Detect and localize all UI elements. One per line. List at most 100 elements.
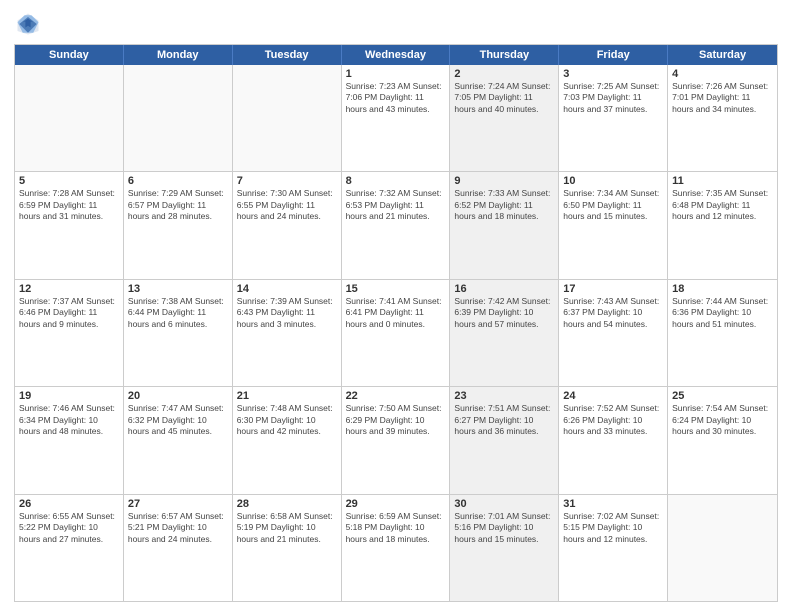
cal-week: 19Sunrise: 7:46 AM Sunset: 6:34 PM Dayli… (15, 387, 777, 494)
day-info: Sunrise: 7:25 AM Sunset: 7:03 PM Dayligh… (563, 81, 663, 115)
day-number: 12 (19, 283, 119, 295)
day-number: 11 (672, 175, 773, 187)
day-info: Sunrise: 7:23 AM Sunset: 7:06 PM Dayligh… (346, 81, 446, 115)
cal-cell: 28Sunrise: 6:58 AM Sunset: 5:19 PM Dayli… (233, 495, 342, 601)
cal-week: 1Sunrise: 7:23 AM Sunset: 7:06 PM Daylig… (15, 65, 777, 172)
day-info: Sunrise: 7:33 AM Sunset: 6:52 PM Dayligh… (454, 188, 554, 222)
cal-cell: 6Sunrise: 7:29 AM Sunset: 6:57 PM Daylig… (124, 172, 233, 278)
cal-header-cell: Saturday (668, 45, 777, 65)
cal-cell: 21Sunrise: 7:48 AM Sunset: 6:30 PM Dayli… (233, 387, 342, 493)
cal-cell (124, 65, 233, 171)
cal-cell: 24Sunrise: 7:52 AM Sunset: 6:26 PM Dayli… (559, 387, 668, 493)
day-info: Sunrise: 7:41 AM Sunset: 6:41 PM Dayligh… (346, 296, 446, 330)
cal-cell (15, 65, 124, 171)
cal-cell: 19Sunrise: 7:46 AM Sunset: 6:34 PM Dayli… (15, 387, 124, 493)
day-info: Sunrise: 7:46 AM Sunset: 6:34 PM Dayligh… (19, 403, 119, 437)
day-number: 23 (454, 390, 554, 402)
day-number: 20 (128, 390, 228, 402)
page: SundayMondayTuesdayWednesdayThursdayFrid… (0, 0, 792, 612)
cal-header-cell: Monday (124, 45, 233, 65)
day-number: 18 (672, 283, 773, 295)
day-info: Sunrise: 7:32 AM Sunset: 6:53 PM Dayligh… (346, 188, 446, 222)
cal-cell: 10Sunrise: 7:34 AM Sunset: 6:50 PM Dayli… (559, 172, 668, 278)
day-number: 2 (454, 68, 554, 80)
cal-cell: 1Sunrise: 7:23 AM Sunset: 7:06 PM Daylig… (342, 65, 451, 171)
cal-cell: 27Sunrise: 6:57 AM Sunset: 5:21 PM Dayli… (124, 495, 233, 601)
cal-cell: 26Sunrise: 6:55 AM Sunset: 5:22 PM Dayli… (15, 495, 124, 601)
cal-cell: 9Sunrise: 7:33 AM Sunset: 6:52 PM Daylig… (450, 172, 559, 278)
cal-cell: 11Sunrise: 7:35 AM Sunset: 6:48 PM Dayli… (668, 172, 777, 278)
day-info: Sunrise: 7:38 AM Sunset: 6:44 PM Dayligh… (128, 296, 228, 330)
header (14, 10, 778, 38)
day-info: Sunrise: 7:47 AM Sunset: 6:32 PM Dayligh… (128, 403, 228, 437)
calendar: SundayMondayTuesdayWednesdayThursdayFrid… (14, 44, 778, 602)
day-number: 4 (672, 68, 773, 80)
day-number: 22 (346, 390, 446, 402)
cal-cell (668, 495, 777, 601)
day-info: Sunrise: 7:39 AM Sunset: 6:43 PM Dayligh… (237, 296, 337, 330)
cal-cell: 3Sunrise: 7:25 AM Sunset: 7:03 PM Daylig… (559, 65, 668, 171)
day-number: 27 (128, 498, 228, 510)
day-info: Sunrise: 7:44 AM Sunset: 6:36 PM Dayligh… (672, 296, 773, 330)
logo (14, 10, 46, 38)
cal-header-cell: Wednesday (342, 45, 451, 65)
day-number: 24 (563, 390, 663, 402)
day-info: Sunrise: 7:30 AM Sunset: 6:55 PM Dayligh… (237, 188, 337, 222)
day-info: Sunrise: 6:55 AM Sunset: 5:22 PM Dayligh… (19, 511, 119, 545)
day-number: 16 (454, 283, 554, 295)
cal-cell: 20Sunrise: 7:47 AM Sunset: 6:32 PM Dayli… (124, 387, 233, 493)
day-number: 7 (237, 175, 337, 187)
cal-cell: 15Sunrise: 7:41 AM Sunset: 6:41 PM Dayli… (342, 280, 451, 386)
day-info: Sunrise: 7:54 AM Sunset: 6:24 PM Dayligh… (672, 403, 773, 437)
cal-header-cell: Sunday (15, 45, 124, 65)
cal-cell: 22Sunrise: 7:50 AM Sunset: 6:29 PM Dayli… (342, 387, 451, 493)
day-number: 26 (19, 498, 119, 510)
day-info: Sunrise: 7:37 AM Sunset: 6:46 PM Dayligh… (19, 296, 119, 330)
cal-header-cell: Friday (559, 45, 668, 65)
day-info: Sunrise: 7:34 AM Sunset: 6:50 PM Dayligh… (563, 188, 663, 222)
calendar-header-row: SundayMondayTuesdayWednesdayThursdayFrid… (15, 45, 777, 65)
day-number: 25 (672, 390, 773, 402)
calendar-body: 1Sunrise: 7:23 AM Sunset: 7:06 PM Daylig… (15, 65, 777, 601)
cal-header-cell: Thursday (450, 45, 559, 65)
cal-cell: 8Sunrise: 7:32 AM Sunset: 6:53 PM Daylig… (342, 172, 451, 278)
day-number: 8 (346, 175, 446, 187)
day-number: 29 (346, 498, 446, 510)
day-info: Sunrise: 7:51 AM Sunset: 6:27 PM Dayligh… (454, 403, 554, 437)
cal-header-cell: Tuesday (233, 45, 342, 65)
cal-cell: 23Sunrise: 7:51 AM Sunset: 6:27 PM Dayli… (450, 387, 559, 493)
day-info: Sunrise: 7:02 AM Sunset: 5:15 PM Dayligh… (563, 511, 663, 545)
cal-cell: 5Sunrise: 7:28 AM Sunset: 6:59 PM Daylig… (15, 172, 124, 278)
cal-cell: 12Sunrise: 7:37 AM Sunset: 6:46 PM Dayli… (15, 280, 124, 386)
cal-cell: 29Sunrise: 6:59 AM Sunset: 5:18 PM Dayli… (342, 495, 451, 601)
day-info: Sunrise: 6:59 AM Sunset: 5:18 PM Dayligh… (346, 511, 446, 545)
day-info: Sunrise: 7:35 AM Sunset: 6:48 PM Dayligh… (672, 188, 773, 222)
day-info: Sunrise: 7:52 AM Sunset: 6:26 PM Dayligh… (563, 403, 663, 437)
cal-week: 5Sunrise: 7:28 AM Sunset: 6:59 PM Daylig… (15, 172, 777, 279)
day-number: 21 (237, 390, 337, 402)
logo-icon (14, 10, 42, 38)
cal-cell: 31Sunrise: 7:02 AM Sunset: 5:15 PM Dayli… (559, 495, 668, 601)
day-number: 1 (346, 68, 446, 80)
day-info: Sunrise: 7:50 AM Sunset: 6:29 PM Dayligh… (346, 403, 446, 437)
cal-cell: 14Sunrise: 7:39 AM Sunset: 6:43 PM Dayli… (233, 280, 342, 386)
day-number: 15 (346, 283, 446, 295)
day-number: 5 (19, 175, 119, 187)
day-info: Sunrise: 7:29 AM Sunset: 6:57 PM Dayligh… (128, 188, 228, 222)
cal-cell: 17Sunrise: 7:43 AM Sunset: 6:37 PM Dayli… (559, 280, 668, 386)
day-info: Sunrise: 7:24 AM Sunset: 7:05 PM Dayligh… (454, 81, 554, 115)
day-number: 28 (237, 498, 337, 510)
day-info: Sunrise: 7:43 AM Sunset: 6:37 PM Dayligh… (563, 296, 663, 330)
day-number: 19 (19, 390, 119, 402)
day-number: 31 (563, 498, 663, 510)
cal-cell: 4Sunrise: 7:26 AM Sunset: 7:01 PM Daylig… (668, 65, 777, 171)
cal-week: 12Sunrise: 7:37 AM Sunset: 6:46 PM Dayli… (15, 280, 777, 387)
day-number: 6 (128, 175, 228, 187)
cal-cell: 25Sunrise: 7:54 AM Sunset: 6:24 PM Dayli… (668, 387, 777, 493)
day-number: 17 (563, 283, 663, 295)
cal-cell: 7Sunrise: 7:30 AM Sunset: 6:55 PM Daylig… (233, 172, 342, 278)
day-number: 3 (563, 68, 663, 80)
day-number: 30 (454, 498, 554, 510)
day-info: Sunrise: 6:58 AM Sunset: 5:19 PM Dayligh… (237, 511, 337, 545)
day-number: 13 (128, 283, 228, 295)
